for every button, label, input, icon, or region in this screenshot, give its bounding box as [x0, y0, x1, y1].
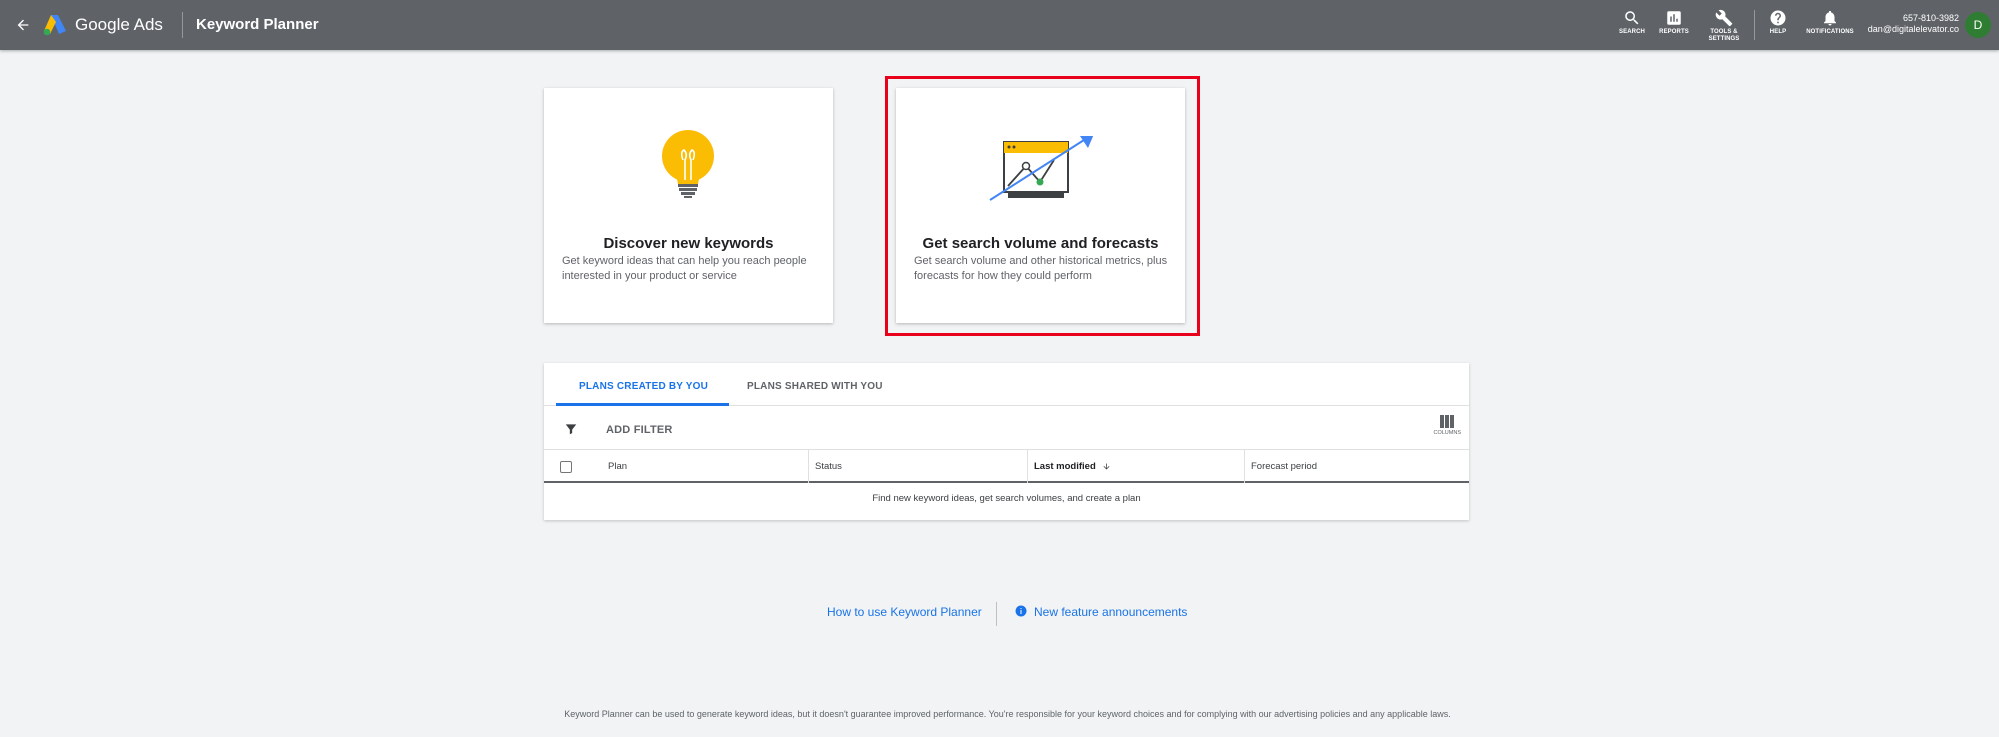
filter-icon[interactable]: [564, 422, 578, 436]
column-header-label: Forecast period: [1251, 461, 1318, 472]
account-phone: 657-810-3982: [1902, 13, 1959, 23]
bell-icon: [1824, 10, 1836, 26]
tools-settings-button[interactable]: TOOLS & SETTINGS: [1702, 9, 1746, 43]
add-filter-button[interactable]: ADD FILTER: [606, 424, 673, 436]
search-icon: [1625, 11, 1639, 25]
tools-settings-label: TOOLS & SETTINGS: [1708, 29, 1740, 42]
avatar[interactable]: D: [1965, 12, 1991, 38]
column-header-label: Plan: [608, 461, 628, 472]
tab-plans-shared[interactable]: PLANS SHARED WITH YOU: [747, 381, 883, 392]
selection-highlight: [885, 76, 1200, 336]
arrow-down-icon: [1103, 463, 1110, 470]
column-header-last-modified[interactable]: Last modified: [1027, 450, 1244, 483]
columns-button[interactable]: COLUMNS: [1433, 415, 1461, 436]
columns-label: COLUMNS: [1433, 430, 1461, 436]
account-info[interactable]: 657-810-3982 dan@digitalelevator.co: [1868, 13, 1959, 35]
plans-panel: PLANS CREATED BY YOU PLANS SHARED WITH Y…: [544, 363, 1469, 520]
help-links: How to use Keyword Planner New feature a…: [0, 602, 1999, 626]
filter-bar: ADD FILTER COLUMNS: [544, 406, 1469, 450]
search-button[interactable]: SEARCH: [1610, 9, 1654, 36]
wrench-icon: [1715, 9, 1733, 27]
brand-name[interactable]: Google Ads: [75, 15, 163, 35]
column-header-label: Status: [815, 461, 842, 472]
select-all-checkbox[interactable]: [560, 461, 572, 473]
column-header-forecast-period[interactable]: Forecast period: [1244, 450, 1469, 483]
empty-table-message: Find new keyword ideas, get search volum…: [872, 493, 1141, 504]
how-to-use-link[interactable]: How to use Keyword Planner: [827, 605, 982, 619]
new-feature-announcements-link[interactable]: New feature announcements: [1034, 605, 1187, 619]
notifications-button[interactable]: NOTIFICATIONS: [1805, 9, 1855, 36]
column-header-status[interactable]: Status: [808, 450, 1027, 483]
reports-label: REPORTS: [1659, 29, 1689, 35]
header-divider: [182, 12, 183, 38]
google-ads-logo-icon[interactable]: [42, 13, 68, 37]
header-actions-divider: [1754, 10, 1755, 40]
reports-icon: [1667, 11, 1681, 25]
back-button[interactable]: [12, 14, 34, 36]
column-header-plan[interactable]: Plan: [602, 450, 808, 483]
plans-tabs: PLANS CREATED BY YOU PLANS SHARED WITH Y…: [544, 363, 1469, 406]
top-app-bar: Google Ads Keyword Planner SEARCH REPORT…: [0, 0, 1999, 50]
help-icon: [1770, 10, 1786, 26]
info-icon: [1015, 605, 1027, 617]
account-email: dan@digitalelevator.co: [1867, 24, 1959, 34]
column-header-label: Last modified: [1034, 461, 1096, 472]
page-title: Keyword Planner: [196, 16, 319, 33]
links-divider: [996, 602, 997, 626]
table-header: Plan Status Last modified Forecast perio…: [544, 450, 1469, 483]
disclaimer-text: Keyword Planner can be used to generate …: [564, 709, 1451, 719]
tab-plans-created[interactable]: PLANS CREATED BY YOU: [579, 381, 708, 392]
card-description: Get keyword ideas that can help you reac…: [562, 255, 807, 282]
lightbulb-icon: [662, 130, 714, 198]
search-label: SEARCH: [1619, 29, 1645, 35]
discover-keywords-card[interactable]: Discover new keywords Get keyword ideas …: [544, 88, 833, 323]
columns-icon: [1440, 415, 1455, 428]
arrow-back-icon: [17, 19, 29, 31]
help-button[interactable]: HELP: [1756, 9, 1800, 36]
card-title: Discover new keywords: [603, 235, 774, 252]
help-label: HELP: [1769, 29, 1787, 35]
reports-button[interactable]: REPORTS: [1652, 9, 1696, 36]
notifications-label: NOTIFICATIONS: [1806, 29, 1854, 35]
